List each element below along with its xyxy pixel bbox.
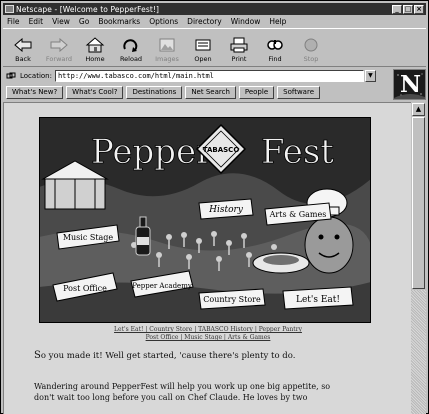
net-search-button[interactable]: Net Search <box>185 85 236 99</box>
maximize-button[interactable]: □ <box>403 4 413 14</box>
location-label: Location: <box>20 72 52 80</box>
body-line-2: don't wait too long before you call on C… <box>34 393 308 402</box>
images-button[interactable]: Images <box>149 31 185 65</box>
nav-links-row-1[interactable]: Let's Eat! | Country Store | TABASCO His… <box>114 326 302 333</box>
directory-buttons-bar: What's New? What's Cool? Destinations Ne… <box>3 85 391 99</box>
body-paragraph: Wandering around PepperFest will help yo… <box>34 381 394 403</box>
title-bar[interactable]: Netscape - [Welcome to PepperFest!] _ □ … <box>3 3 426 15</box>
menu-edit[interactable]: Edit <box>29 17 44 26</box>
print-icon <box>229 37 249 53</box>
sign-history: History <box>198 198 254 220</box>
back-arrow-icon <box>13 37 33 53</box>
menu-file[interactable]: File <box>7 17 20 26</box>
stop-icon <box>301 37 321 53</box>
home-button[interactable]: Home <box>77 31 113 65</box>
forward-arrow-icon <box>49 37 69 53</box>
destinations-button[interactable]: Destinations <box>126 85 183 99</box>
vertical-scrollbar[interactable]: ▲ <box>411 102 426 414</box>
intro-drop-cap: S <box>34 350 41 361</box>
browser-window: Netscape - [Welcome to PepperFest!] _ □ … <box>0 0 429 414</box>
page-content: Pepper Fest TABASCO History Arts & Games… <box>3 102 411 414</box>
svg-text:Post Office: Post Office <box>63 284 107 293</box>
menu-go[interactable]: Go <box>79 17 89 26</box>
netscape-app-icon[interactable] <box>5 5 14 13</box>
text-nav-links: Let's Eat! | Country Store | TABASCO His… <box>4 326 411 342</box>
stop-button[interactable]: Stop <box>293 31 329 65</box>
location-dropdown-button[interactable]: ▼ <box>364 70 376 82</box>
svg-text:Arts & Games: Arts & Games <box>269 210 327 219</box>
find-button[interactable]: Find <box>257 31 293 65</box>
open-button[interactable]: Open <box>185 31 221 65</box>
svg-text:History: History <box>208 205 244 215</box>
navigation-toolbar: Back Forward Home Reload Images Open Pri… <box>3 28 426 67</box>
menu-window[interactable]: Window <box>231 17 261 26</box>
pepperfest-imagemap[interactable]: Pepper Fest TABASCO History Arts & Games… <box>39 117 371 323</box>
nav-links-row-2[interactable]: Post Office | Music Stage | Arts & Games <box>146 334 271 341</box>
forward-button[interactable]: Forward <box>41 31 77 65</box>
logo-letter: N <box>399 71 422 98</box>
reload-icon <box>121 37 141 53</box>
people-button[interactable]: People <box>238 85 275 99</box>
netscape-logo[interactable]: N <box>393 69 426 100</box>
chef-claude-graphic <box>304 188 354 274</box>
reload-button[interactable]: Reload <box>113 31 149 65</box>
location-bar: Location: http://www.tabasco.com/html/ma… <box>3 69 391 83</box>
scroll-thumb[interactable] <box>412 117 425 289</box>
menu-bookmarks[interactable]: Bookmarks <box>98 17 140 26</box>
back-button[interactable]: Back <box>5 31 41 65</box>
imagemap-title-right: Fest <box>261 132 334 172</box>
open-icon <box>193 37 213 53</box>
svg-text:Music Stage: Music Stage <box>63 233 114 242</box>
window-controls: _ □ × <box>392 4 424 14</box>
print-button[interactable]: Print <box>221 31 257 65</box>
svg-text:Country Store: Country Store <box>203 295 261 304</box>
intro-paragraph: So you made it! Well get started, 'cause… <box>34 350 295 361</box>
location-input[interactable]: http://www.tabasco.com/html/main.html <box>54 70 364 82</box>
imagemap-title-left: Pepper <box>91 132 213 172</box>
intro-text: o you made it! Well get started, 'cause … <box>40 351 296 361</box>
find-icon <box>265 37 285 53</box>
window-title: Netscape - [Welcome to PepperFest!] <box>16 4 160 14</box>
menu-options[interactable]: Options <box>149 17 178 26</box>
software-button[interactable]: Software <box>277 85 320 99</box>
minimize-button[interactable]: _ <box>392 4 402 14</box>
whats-cool-button[interactable]: What's Cool? <box>66 85 124 99</box>
bookmark-chain-icon[interactable] <box>6 71 16 81</box>
menu-bar: File Edit View Go Bookmarks Options Dire… <box>3 16 426 27</box>
home-icon <box>85 36 105 53</box>
tabasco-badge-text: TABASCO <box>203 146 240 154</box>
menu-directory[interactable]: Directory <box>187 17 222 26</box>
whats-new-button[interactable]: What's New? <box>6 85 64 99</box>
sign-country-store: Country Store <box>198 288 266 310</box>
scroll-up-arrow-icon[interactable]: ▲ <box>412 103 425 116</box>
svg-text:Let's Eat!: Let's Eat! <box>296 295 340 305</box>
sign-lets-eat: Let's Eat! <box>282 286 354 310</box>
menu-help[interactable]: Help <box>269 17 286 26</box>
svg-text:Pepper Academy: Pepper Academy <box>132 282 192 290</box>
scroll-track[interactable] <box>411 290 426 414</box>
body-line-1: Wandering around PepperFest will help yo… <box>34 382 331 391</box>
menu-view[interactable]: View <box>52 17 70 26</box>
images-icon <box>157 37 177 53</box>
close-button[interactable]: × <box>414 4 424 14</box>
